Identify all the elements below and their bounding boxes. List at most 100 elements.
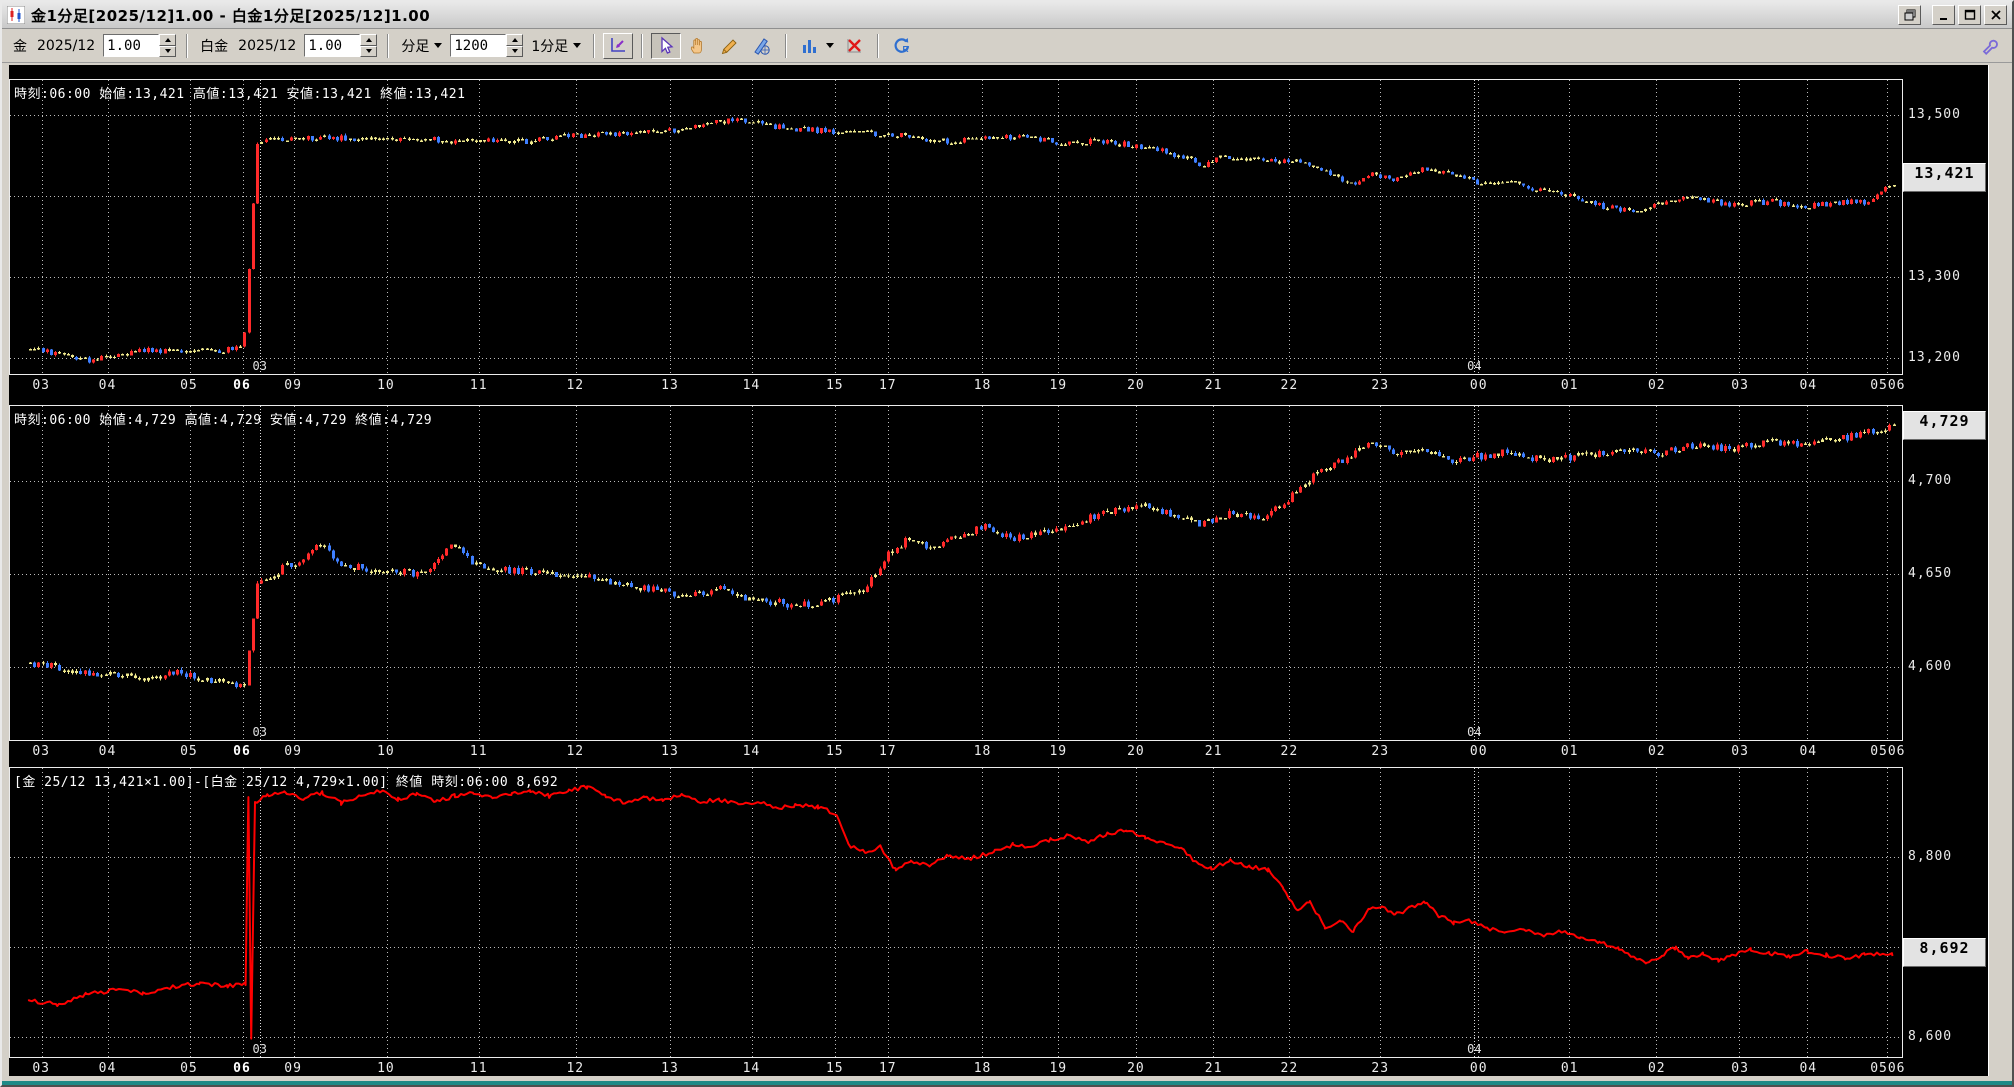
chart-type-button[interactable] — [795, 32, 826, 59]
time-axis-label: 22 — [1280, 744, 1299, 759]
title-bar[interactable]: 金1分足[2025/12]1.00 - 白金1分足[2025/12]1.00 — [2, 2, 2012, 29]
time-axis-label: 17 — [878, 1061, 897, 1076]
time-axis-label: 14 — [742, 378, 761, 393]
time-axis-label: 03 — [32, 744, 51, 759]
time-axis-label: 00 — [1469, 1061, 1488, 1076]
y-axis-label: 4,600 — [1908, 659, 1953, 675]
platinum-contract-label: 2025/12 — [238, 37, 297, 54]
time-axis-label: 04 — [98, 1061, 117, 1076]
gold-price-axis: 13,500 13,300 13,200 13,421 — [1903, 79, 1988, 375]
toolbar-separator — [877, 33, 880, 58]
reload-button[interactable]: R — [887, 32, 918, 59]
time-axis-label: 0506 — [1870, 378, 1906, 393]
time-axis-label: 0506 — [1870, 1061, 1906, 1076]
time-axis-label: 03 — [1731, 744, 1749, 759]
bar-type-dropdown[interactable]: 分足 — [401, 36, 443, 56]
time-axis-label: 10 — [377, 1061, 395, 1076]
window-bottom-edge — [2, 1081, 2012, 1085]
gold-label: 金 — [13, 38, 27, 55]
time-axis-label: 06 — [233, 1061, 251, 1076]
y-axis-label: 4,650 — [1908, 565, 1953, 581]
platinum-multiplier-down-button[interactable] — [360, 45, 378, 57]
platinum-label: 白金 — [200, 38, 229, 55]
line-draw-tool-button[interactable] — [747, 32, 778, 59]
current-price-tag: 8,692 — [1903, 938, 1986, 968]
gold-multiplier-down-button[interactable] — [159, 45, 177, 57]
time-axis-label: 00 — [1469, 744, 1488, 759]
platinum-plot[interactable]: 時刻:06:00 始値:4,729 高値:4,729 安値:4,729 終値:4… — [9, 405, 1903, 741]
time-axis-label: 06 — [233, 378, 251, 393]
cursor-tool-button[interactable] — [651, 32, 682, 59]
platinum-multiplier-input[interactable] — [304, 34, 361, 57]
interval-dropdown[interactable]: 1分足 — [531, 36, 582, 56]
time-axis-label: 13 — [661, 1061, 679, 1076]
window-left-border — [2, 65, 9, 1085]
date-label: 03 — [252, 725, 267, 739]
bar-count-input[interactable] — [450, 34, 507, 57]
spread-plot[interactable]: [金 25/12 13,421×1.00]-[白金 25/12 4,729×1.… — [9, 767, 1903, 1058]
reload-icon: R — [894, 37, 910, 54]
hand-tool-button[interactable] — [683, 32, 714, 59]
time-axis-label: 01 — [1560, 744, 1579, 759]
time-axis-label: 05 — [180, 378, 198, 393]
settings-wrench-button[interactable] — [1975, 32, 2005, 59]
time-axis-label: 03 — [32, 378, 51, 393]
gold-chart-panel: 時刻:06:00 始値:13,421 高値:13,421 安値:13,421 終… — [9, 65, 1988, 397]
pencil-icon — [722, 38, 737, 54]
platinum-multiplier-up-button[interactable] — [360, 34, 378, 46]
gold-plot[interactable]: 時刻:06:00 始値:13,421 高値:13,421 安値:13,421 終… — [9, 79, 1903, 375]
bar-count-down-button[interactable] — [506, 45, 524, 57]
y-axis-label: 13,200 — [1908, 349, 1961, 365]
time-axis-label: 10 — [377, 378, 395, 393]
time-axis-label: 20 — [1127, 1061, 1145, 1076]
time-axis-label: 09 — [284, 744, 302, 759]
platinum-price-axis: 4,700 4,650 4,600 4,729 — [1903, 405, 1988, 741]
time-axis-label: 20 — [1127, 744, 1145, 759]
axis-scale-tool-button[interactable] — [603, 32, 634, 59]
window-title: 金1分足[2025/12]1.00 - 白金1分足[2025/12]1.00 — [31, 6, 431, 25]
bar-type-label: 分足 — [401, 38, 430, 55]
bar-count-spinner — [450, 34, 524, 57]
time-axis-label: 22 — [1280, 378, 1299, 393]
pencil-tool-button[interactable] — [715, 32, 746, 59]
svg-text:R: R — [903, 44, 909, 54]
minimize-button[interactable] — [1932, 5, 1955, 25]
time-axis-label: 05 — [180, 1061, 198, 1076]
delete-x-icon — [847, 38, 862, 53]
date-label: 04 — [1467, 725, 1482, 739]
toolbar-separator — [387, 33, 390, 58]
gold-multiplier-up-button[interactable] — [159, 34, 177, 46]
time-axis-label: 21 — [1204, 378, 1223, 393]
draw-pen-icon — [754, 37, 770, 55]
time-axis-label: 02 — [1647, 744, 1666, 759]
bar-count-up-button[interactable] — [506, 34, 524, 46]
main-toolbar: 金 2025/12 白金 2025/12 分足 — [2, 29, 2012, 63]
time-axis-label: 12 — [566, 744, 585, 759]
time-axis-label: 14 — [742, 1061, 761, 1076]
toolbar-separator — [641, 33, 644, 58]
time-axis-label: 19 — [1049, 744, 1068, 759]
window-right-border — [1988, 65, 2012, 1085]
wrench-icon — [1982, 39, 1998, 55]
platinum-ohlc-readout: 時刻:06:00 始値:4,729 高値:4,729 安値:4,729 終値:4… — [14, 413, 433, 428]
time-axis-label: 12 — [566, 1061, 585, 1076]
time-axis-label: 03 — [1731, 1061, 1749, 1076]
time-axis-label: 01 — [1560, 1061, 1579, 1076]
maximize-button[interactable] — [1958, 5, 1981, 25]
time-axis-label: 18 — [973, 378, 992, 393]
date-label: 03 — [252, 1042, 267, 1056]
gold-multiplier-input[interactable] — [103, 34, 160, 57]
time-axis-label: 13 — [661, 378, 679, 393]
time-axis-label: 04 — [1799, 378, 1818, 393]
delete-drawings-button[interactable] — [839, 32, 870, 59]
time-axis-label: 17 — [878, 378, 897, 393]
new-window-button[interactable] — [1898, 5, 1921, 25]
time-axis-label: 02 — [1647, 378, 1666, 393]
toolbar-separator — [785, 33, 788, 58]
time-axis-label: 03 — [1731, 378, 1749, 393]
time-axis-label: 09 — [284, 1061, 302, 1076]
time-axis-label: 12 — [566, 378, 585, 393]
gold-time-axis: 03 04 05 06 09 10 11 12 13 14 15 17 18 19 20 21 22 23 00 01… — [9, 375, 1906, 397]
close-button[interactable] — [1984, 5, 2007, 25]
chart-type-chevron-icon[interactable] — [826, 43, 835, 48]
